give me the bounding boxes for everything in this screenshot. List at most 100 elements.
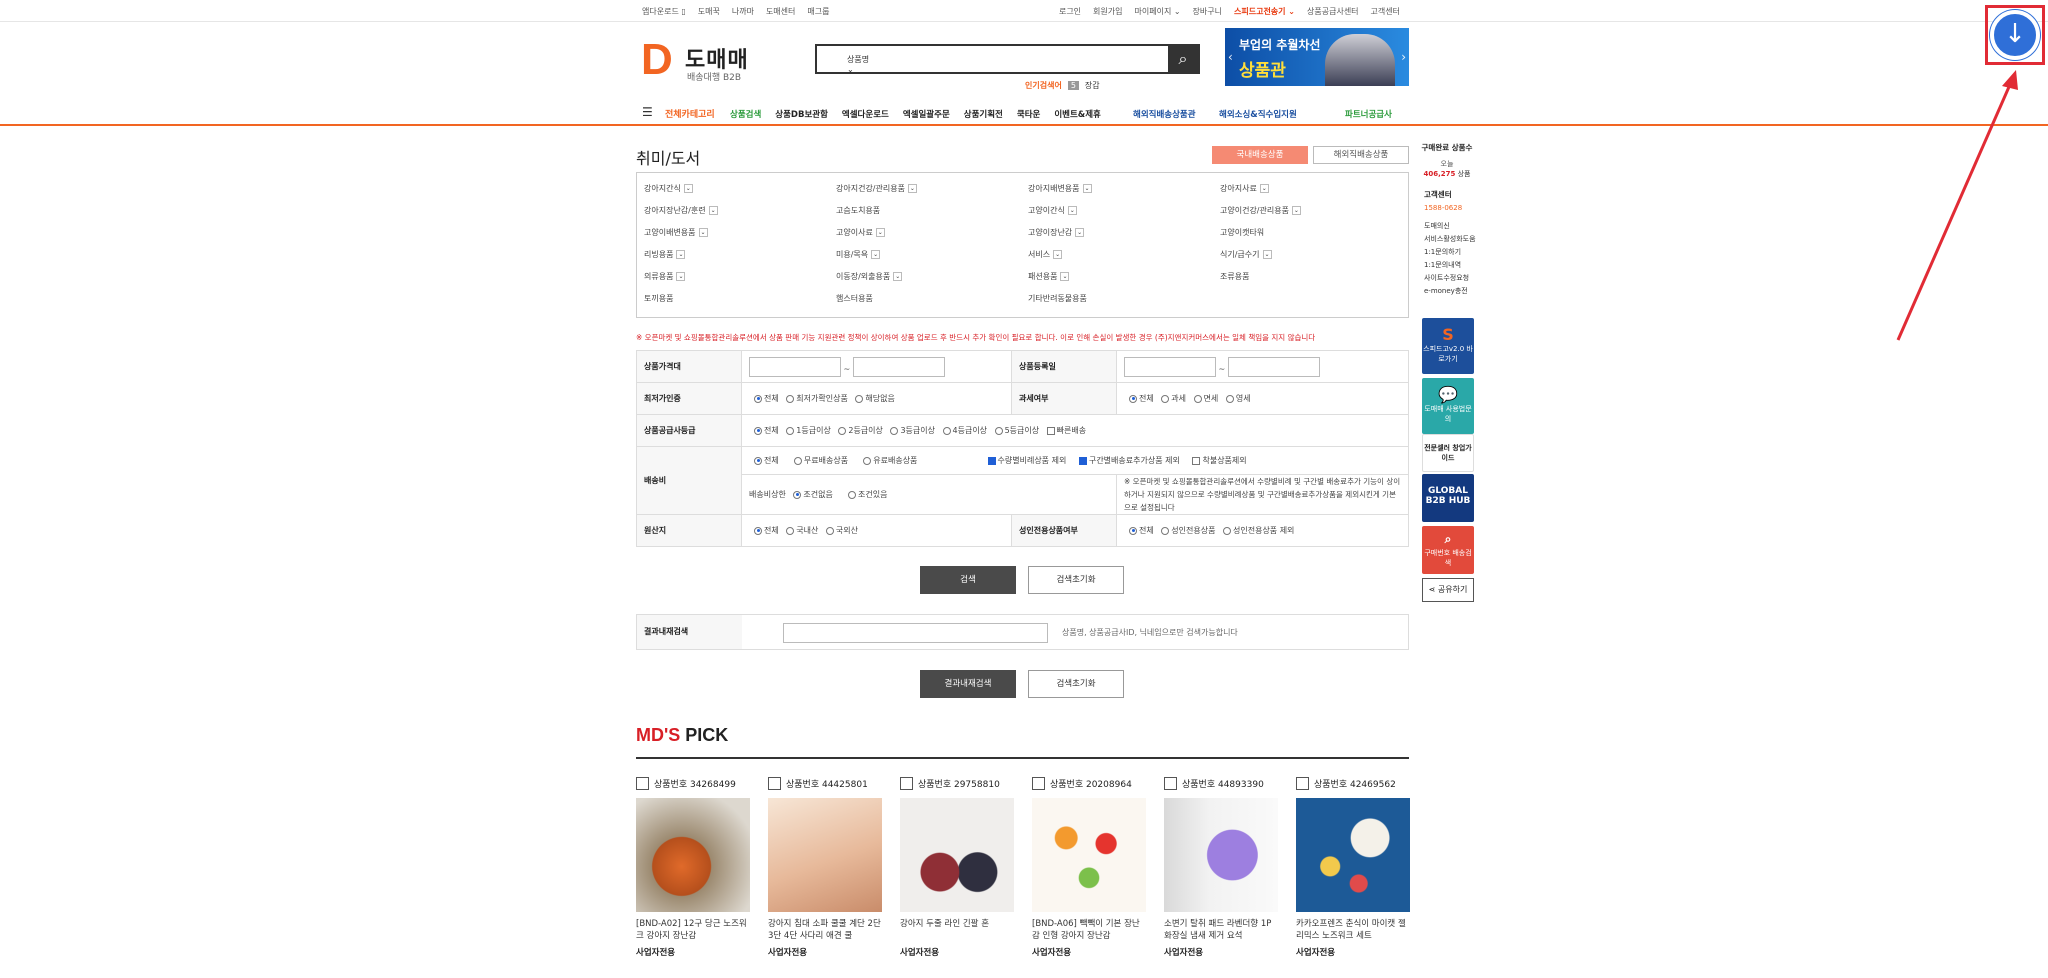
signup-link[interactable]: 회원가입 [1093, 6, 1122, 17]
product-image[interactable] [1164, 798, 1278, 912]
category-item[interactable]: 강아지건강/관리용품 ⌄ [836, 183, 917, 194]
util-center[interactable]: 도매센터 [766, 6, 795, 17]
product-title[interactable]: 소변기 탈취 패드 라벤더향 1P 화장실 냄새 제거 요석 [1164, 918, 1278, 942]
sidebar-link[interactable]: e-money충전 [1418, 285, 1476, 298]
grade-2-radio[interactable] [838, 426, 847, 435]
grade-4-radio[interactable] [942, 426, 951, 435]
category-item[interactable]: 고양이장난감 ⌄ [1028, 227, 1085, 238]
product-image[interactable] [768, 798, 882, 912]
download-icon[interactable]: ↓ [1990, 10, 2040, 60]
result-reset-button[interactable]: 검색초기화 [1028, 670, 1124, 698]
grade-5-radio[interactable] [994, 426, 1003, 435]
exclude-proportional-checkbox[interactable] [987, 456, 996, 465]
usage-inquiry-box[interactable]: 💬 도매매 사용법문의 [1422, 378, 1474, 434]
customer-center-link[interactable]: 고객센터 [1371, 6, 1400, 17]
speedgo-box[interactable]: S 스피드고v2.0 바로가기 [1422, 318, 1474, 374]
util-app-download[interactable]: 앱다운로드 ▯ [642, 6, 686, 17]
ship-free-radio[interactable] [793, 456, 802, 465]
sidebar-link[interactable]: 도매의신 [1418, 220, 1476, 233]
adult-exclude-radio[interactable] [1223, 526, 1231, 535]
result-search-button[interactable]: 결과내재검색 [920, 670, 1016, 698]
category-item[interactable]: 강아지사료 ⌄ [1220, 183, 1269, 194]
sidebar-link[interactable]: 1:1문의하기 [1418, 246, 1476, 259]
category-item[interactable]: 고양이사료 ⌄ [836, 227, 885, 238]
share-button[interactable]: ⋖ 공유하기 [1422, 578, 1474, 602]
product-image[interactable] [1032, 798, 1146, 912]
global-hub-box[interactable]: GLOBAL B2B HUB [1422, 474, 1474, 522]
util-nakama[interactable]: 나까마 [732, 6, 754, 17]
category-item[interactable]: 패션용품 ⌄ [1028, 271, 1070, 282]
origin-domestic-radio[interactable] [786, 526, 795, 535]
ship-cond-none-radio[interactable] [793, 490, 802, 499]
category-item[interactable]: 강아지간식 ⌄ [644, 183, 693, 194]
product-image[interactable] [900, 798, 1014, 912]
category-item[interactable]: 리빙용품 ⌄ [644, 249, 686, 260]
search-input[interactable] [905, 46, 1168, 72]
nav-exhibition[interactable]: 상품기획전 [964, 108, 1003, 120]
product-card[interactable]: 상품번호 44425801 강아지 침대 소파 쿨쿨 계단 2단 3단 4단 사… [768, 774, 900, 974]
search-category-select[interactable]: 상품명⌄ [817, 46, 905, 74]
product-card[interactable]: 상품번호 44893390 소변기 탈취 패드 라벤더향 1P 화장실 냄새 제… [1164, 774, 1296, 974]
category-item[interactable]: 미용/목욕 ⌄ [836, 249, 881, 260]
tax-free-radio[interactable] [1193, 394, 1202, 403]
category-item[interactable]: 기타반려동물용품 [1028, 293, 1087, 304]
adult-only-radio[interactable] [1161, 526, 1170, 535]
search-reset-button[interactable]: 검색초기화 [1028, 566, 1124, 594]
category-item[interactable]: 이동장/외출용품 ⌄ [836, 271, 903, 282]
fast-delivery-checkbox[interactable] [1046, 426, 1055, 435]
product-title[interactable]: 강아지 두줄 라인 긴팔 혼 [900, 918, 1014, 942]
nav-overseas-shipping[interactable]: 해외직배송상품관 [1133, 108, 1196, 120]
product-title[interactable]: [BND-A06] 빽빽이 기본 장난감 인형 강아지 장난감 [1032, 918, 1146, 942]
search-button[interactable]: ⌕ [1168, 46, 1198, 72]
ship-cond-yes-radio[interactable] [847, 490, 856, 499]
adult-all-radio[interactable] [1129, 526, 1137, 535]
exclude-section-fee-checkbox[interactable] [1078, 456, 1087, 465]
grade-3-radio[interactable] [890, 426, 899, 435]
speedgo-link[interactable]: 스피드고전송기 ⌄ [1234, 6, 1295, 17]
category-item[interactable]: 토끼용품 [644, 293, 673, 304]
delivery-search-box[interactable]: ⌕ 구매번호 배송검색 [1422, 526, 1474, 574]
nav-excel-order[interactable]: 엑셀일괄주문 [903, 108, 950, 120]
product-checkbox[interactable] [1296, 776, 1309, 790]
popular-term[interactable]: 장갑 [1085, 80, 1100, 91]
nav-db-storage[interactable]: 상품DB보관함 [775, 108, 828, 120]
reg-end-input[interactable] [1227, 356, 1320, 377]
tax-taxed-radio[interactable] [1161, 394, 1170, 403]
category-item[interactable]: 고양이건강/관리용품 ⌄ [1220, 205, 1301, 216]
nav-product-search[interactable]: 상품검색 [730, 108, 761, 120]
ship-all-radio[interactable] [754, 456, 762, 465]
category-item[interactable]: 햄스터용품 [836, 293, 873, 304]
nav-overseas-sourcing[interactable]: 해외소싱&직수입지원 [1219, 108, 1297, 120]
site-logo[interactable]: D 도매매 배송대행 B2B [641, 38, 791, 84]
cart-link[interactable]: 장바구니 [1193, 6, 1222, 17]
supplier-center-link[interactable]: 상품공급사센터 [1307, 6, 1359, 17]
tax-all-radio[interactable] [1129, 394, 1137, 403]
search-submit-button[interactable]: 검색 [920, 566, 1016, 594]
product-title[interactable]: 카카오프렌즈 춘식이 마이캣 젤리믹스 노즈워크 세트 [1296, 918, 1410, 942]
price-min-input[interactable] [749, 356, 841, 377]
grade-1-radio[interactable] [786, 426, 795, 435]
result-search-input[interactable] [783, 623, 1048, 643]
all-categories[interactable]: 전체카테고리 [665, 107, 715, 120]
product-title[interactable]: 강아지 침대 소파 쿨쿨 계단 2단 3단 4단 사다리 애견 쿨 [768, 918, 882, 942]
category-item[interactable]: 고양이배변용품 ⌄ [644, 227, 708, 238]
promo-banner[interactable]: ‹ 부업의 추월차선 상품관 › [1225, 28, 1409, 86]
nav-excel-download[interactable]: 엑셀다운로드 [842, 108, 889, 120]
util-domeggook[interactable]: 도매꾹 [698, 6, 720, 17]
origin-all-radio[interactable] [754, 526, 762, 535]
minprice-all-radio[interactable] [754, 394, 762, 403]
util-group[interactable]: 매그룹 [807, 6, 829, 17]
reg-start-input[interactable] [1124, 356, 1216, 377]
product-card[interactable]: 상품번호 42469562 카카오프렌즈 춘식이 마이캣 젤리믹스 노즈워크 세… [1296, 774, 1428, 974]
tab-domestic[interactable]: 국내배송상품 [1212, 146, 1308, 164]
grade-all-radio[interactable] [754, 426, 762, 435]
product-checkbox[interactable] [1164, 776, 1177, 790]
nav-cooktown[interactable]: 쿡타운 [1017, 108, 1040, 120]
banner-next-icon[interactable]: › [1401, 50, 1406, 64]
exclude-cod-checkbox[interactable] [1192, 456, 1201, 465]
sidebar-link[interactable]: 1:1문의내역 [1418, 259, 1476, 272]
category-item[interactable]: 의류용품 ⌄ [644, 271, 686, 282]
tax-zero-radio[interactable] [1225, 394, 1234, 403]
banner-prev-icon[interactable]: ‹ [1228, 50, 1233, 64]
product-card[interactable]: 상품번호 34268499 [BND-A02] 12구 당근 노즈워크 강아지 … [636, 774, 768, 974]
